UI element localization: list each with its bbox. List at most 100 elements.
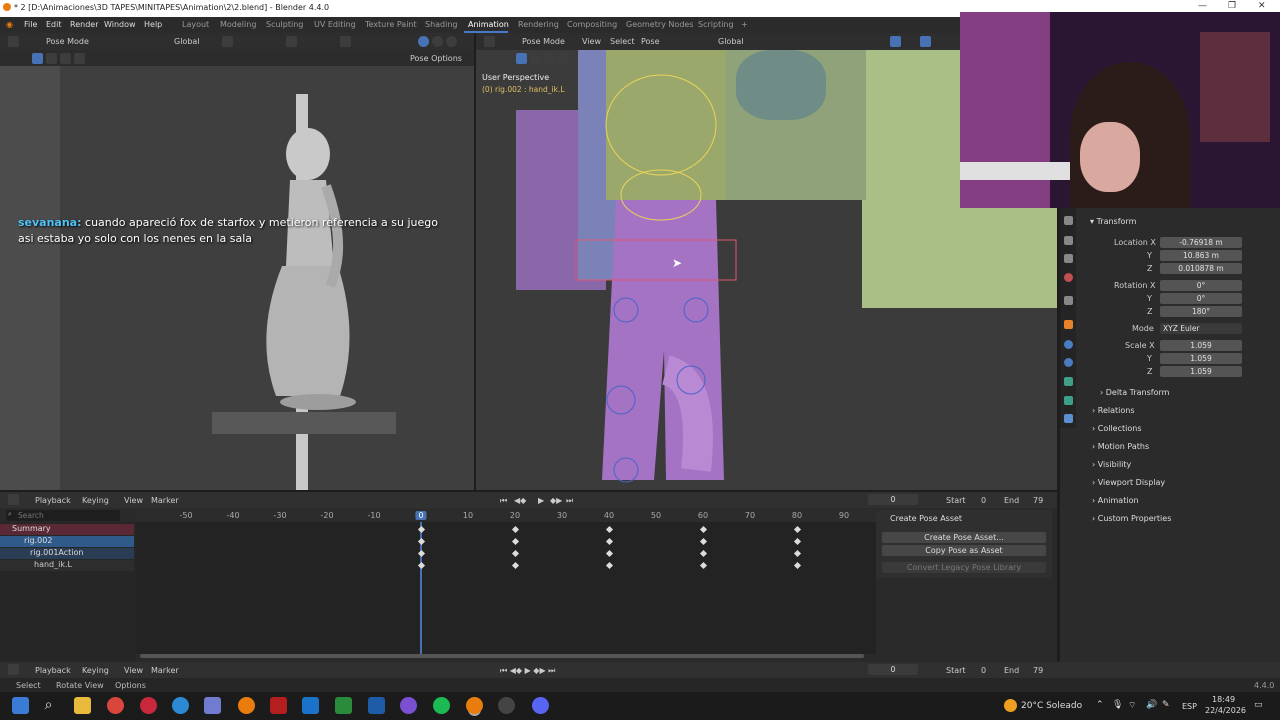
blender-menu-icon[interactable]: ◉ — [6, 20, 13, 29]
restore-icon[interactable]: ❐ — [1228, 1, 1236, 11]
blender-active-icon[interactable] — [466, 697, 483, 714]
timeline-editor-icon[interactable] — [8, 494, 19, 505]
tab-texture-paint[interactable]: Texture Paint — [365, 20, 417, 29]
bottom-marker-menu[interactable]: Marker — [151, 666, 179, 675]
rotation-y-field[interactable]: 0° — [1160, 293, 1242, 304]
next-keyframe-icon[interactable]: ◆▶ — [550, 496, 562, 505]
current-frame-field[interactable]: 0 — [868, 494, 918, 505]
right-select-subtract-icon[interactable] — [544, 53, 555, 64]
bottom-play-controls[interactable]: ⏮ ◀◆ ▶ ◆▶ ⏭ — [500, 666, 555, 676]
photoshop-icon[interactable] — [302, 697, 319, 714]
collection-tab-icon[interactable] — [1064, 296, 1073, 305]
right-view-menu[interactable]: View — [582, 37, 601, 46]
volume-icon[interactable]: 🔊 — [1146, 700, 1157, 710]
pen-icon[interactable]: ✎ — [1162, 700, 1170, 710]
channel-search-input[interactable] — [6, 510, 120, 521]
menu-help[interactable]: Help — [144, 20, 162, 29]
world-tab-icon[interactable] — [1064, 273, 1073, 282]
tool-tab-icon[interactable] — [1064, 216, 1073, 225]
tab-modeling[interactable]: Modeling — [220, 20, 256, 29]
bone-constraint-tab-icon[interactable] — [1064, 414, 1073, 423]
right-pose-menu[interactable]: Pose — [641, 37, 660, 46]
right-editor-type-icon[interactable] — [484, 36, 495, 47]
select-invert-icon[interactable] — [74, 53, 85, 64]
tab-rendering[interactable]: Rendering — [518, 20, 559, 29]
tab-shading[interactable]: Shading — [425, 20, 458, 29]
frame-ruler[interactable] — [136, 508, 876, 522]
bottom-end-field[interactable]: 79 — [1033, 666, 1043, 675]
close-icon[interactable]: ✕ — [1258, 1, 1266, 11]
clock-date[interactable]: 22/4/2026 — [1205, 706, 1246, 715]
bottom-keying-menu[interactable]: Keying — [82, 666, 109, 675]
render-tab-icon[interactable] — [1064, 236, 1073, 245]
right-mode-select[interactable]: Pose Mode — [522, 37, 565, 46]
file-explorer-icon[interactable] — [74, 697, 91, 714]
location-x-field[interactable]: -0.76918 m — [1160, 237, 1242, 248]
right-select-menu[interactable]: Select — [610, 37, 635, 46]
bottom-view-menu[interactable]: View — [124, 666, 143, 675]
proportional-icon[interactable] — [286, 36, 297, 47]
bottom-playback-menu[interactable]: Playback — [35, 666, 71, 675]
create-pose-asset-button[interactable]: Create Pose Asset... — [882, 532, 1046, 543]
search-taskbar-icon[interactable]: ⌕ — [40, 697, 57, 714]
right-select-extend-icon[interactable] — [530, 53, 541, 64]
editor-type-icon[interactable] — [8, 36, 19, 47]
start-frame-field[interactable]: 0 — [981, 496, 986, 505]
blender-taskbar-icon[interactable] — [238, 697, 255, 714]
timeline-scrollbar[interactable] — [140, 654, 864, 658]
menu-render[interactable]: Render — [70, 20, 98, 29]
language-indicator[interactable]: ESP — [1182, 702, 1197, 711]
bottom-editor-icon[interactable] — [8, 664, 19, 675]
prev-keyframe-icon[interactable]: ◀◆ — [514, 496, 526, 505]
location-z-field[interactable]: 0.010878 m — [1160, 263, 1242, 274]
notification-icon[interactable]: ▭ — [1254, 700, 1263, 710]
view-menu[interactable]: View — [124, 496, 143, 505]
shading-material-icon[interactable] — [432, 36, 443, 47]
select-box-icon[interactable] — [32, 53, 43, 64]
app-icon[interactable] — [204, 697, 221, 714]
end-frame-field[interactable]: 79 — [1033, 496, 1043, 505]
menu-edit[interactable]: Edit — [46, 20, 62, 29]
playback-menu[interactable]: Playback — [35, 496, 71, 505]
paint-icon[interactable] — [400, 697, 417, 714]
tab-uv-editing[interactable]: UV Editing — [314, 20, 356, 29]
overlay-icon[interactable] — [340, 36, 351, 47]
tab-geometry-nodes[interactable]: Geometry Nodes — [626, 20, 693, 29]
collections-section[interactable]: › Collections — [1092, 424, 1142, 433]
current-frame-marker[interactable]: 0 — [415, 511, 427, 520]
marker-menu[interactable]: Marker — [151, 496, 179, 505]
channel-bone[interactable]: hand_ik.L — [0, 560, 134, 571]
scale-z-field[interactable]: 1.059 — [1160, 366, 1242, 377]
delta-transform-section[interactable]: › Delta Transform — [1100, 388, 1169, 397]
motion-paths-section[interactable]: › Motion Paths — [1092, 442, 1149, 451]
location-y-field[interactable]: 10.863 m — [1160, 250, 1242, 261]
menu-window[interactable]: Window — [104, 20, 136, 29]
modifier-tab-icon[interactable] — [1064, 340, 1073, 349]
discord-icon[interactable] — [532, 697, 549, 714]
right-select-invert-icon[interactable] — [558, 53, 569, 64]
play-icon[interactable]: ▶ — [538, 496, 544, 505]
bone-tab-icon[interactable] — [1064, 396, 1073, 405]
convert-legacy-pose-button[interactable]: Convert Legacy Pose Library — [882, 562, 1046, 573]
menu-file[interactable]: File — [24, 20, 37, 29]
shading-solid-icon[interactable] — [418, 36, 429, 47]
opera-icon[interactable] — [140, 697, 157, 714]
obs-icon[interactable] — [498, 697, 515, 714]
shading-rendered-icon[interactable] — [446, 36, 457, 47]
visibility-section[interactable]: › Visibility — [1092, 460, 1131, 469]
viewport-display-section[interactable]: › Viewport Display — [1092, 478, 1165, 487]
add-workspace-icon[interactable]: + — [741, 20, 748, 29]
tab-compositing[interactable]: Compositing — [567, 20, 617, 29]
right-orientation-select[interactable]: Global — [718, 37, 744, 46]
scale-y-field[interactable]: 1.059 — [1160, 353, 1242, 364]
tab-layout[interactable]: Layout — [182, 20, 209, 29]
right-select-box-icon[interactable] — [516, 53, 527, 64]
jump-start-icon[interactable]: ⏮ — [500, 496, 507, 506]
minimize-icon[interactable]: — — [1198, 1, 1207, 11]
object-tab-icon[interactable] — [1064, 320, 1073, 329]
pose-options-button[interactable]: Pose Options — [410, 54, 462, 63]
right-overlay-icon[interactable] — [920, 36, 931, 47]
snap-icon[interactable] — [222, 36, 233, 47]
channel-rig[interactable]: rig.002 — [0, 536, 134, 547]
left-viewport[interactable]: sevanana: cuando apareció fox de starfox… — [0, 66, 474, 490]
